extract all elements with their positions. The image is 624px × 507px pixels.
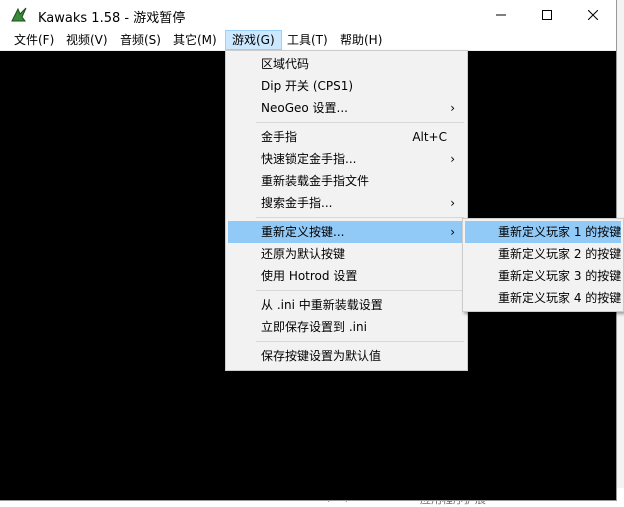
- kawaks-app-icon: [11, 7, 27, 22]
- menu-separator: [256, 122, 464, 123]
- menu-item-cheats[interactable]: 金手指 Alt+C: [228, 126, 465, 148]
- menu-item-region-code[interactable]: 区域代码: [228, 53, 465, 75]
- submenu-item-player-2[interactable]: 重新定义玩家 2 的按键: [465, 243, 621, 265]
- menu-item-label: 重新定义玩家 3 的按键: [498, 269, 622, 283]
- menu-video[interactable]: 视频(V): [60, 31, 114, 49]
- menu-separator: [256, 290, 464, 291]
- minimize-icon: [496, 14, 506, 16]
- submenu-item-player-1[interactable]: 重新定义玩家 1 的按键: [465, 221, 621, 243]
- submenu-arrow-icon: ›: [450, 152, 455, 166]
- menu-item-label: 立即保存设置到 .ini: [261, 320, 367, 334]
- menu-item-label: 重新定义按键...: [261, 225, 345, 239]
- menu-bar: 文件(F) 视频(V) 音频(S) 其它(M) 游戏(G) 工具(T) 帮助(H…: [0, 30, 616, 51]
- menu-item-reload-ini[interactable]: 从 .ini 中重新装载设置: [228, 294, 465, 316]
- menu-help[interactable]: 帮助(H): [334, 31, 388, 49]
- menu-item-reload-cheat-file[interactable]: 重新装载金手指文件: [228, 170, 465, 192]
- menu-item-label: 保存按键设置为默认值: [261, 349, 382, 363]
- menu-item-redefine-keys[interactable]: 重新定义按键... ›: [228, 221, 465, 243]
- menu-item-save-ini[interactable]: 立即保存设置到 .ini: [228, 316, 465, 338]
- menu-item-label: 从 .ini 中重新装载设置: [261, 298, 383, 312]
- menu-item-label: NeoGeo 设置...: [261, 101, 348, 115]
- menu-separator: [256, 341, 464, 342]
- menu-item-dip-switch[interactable]: Dip 开关 (CPS1): [228, 75, 465, 97]
- menu-audio[interactable]: 音频(S): [114, 31, 167, 49]
- menu-separator: [256, 217, 464, 218]
- window-title: Kawaks 1.58 - 游戏暂停: [38, 11, 186, 26]
- maximize-button[interactable]: [524, 0, 570, 30]
- menu-item-label: 快速锁定金手指...: [261, 152, 357, 166]
- submenu-item-player-4[interactable]: 重新定义玩家 4 的按键: [465, 287, 621, 309]
- menu-item-label: 搜索金手指...: [261, 196, 333, 210]
- menu-item-quick-lock-cheats[interactable]: 快速锁定金手指... ›: [228, 148, 465, 170]
- menu-item-label: 金手指: [261, 130, 298, 144]
- menu-item-label: 重新定义玩家 4 的按键: [498, 291, 622, 305]
- menu-tools[interactable]: 工具(T): [281, 31, 334, 49]
- menu-item-neogeo-settings[interactable]: NeoGeo 设置... ›: [228, 97, 465, 119]
- menu-item-restore-default-keys[interactable]: 还原为默认按键: [228, 243, 465, 265]
- close-button[interactable]: [570, 0, 616, 30]
- menu-item-label: 还原为默认按键: [261, 247, 346, 261]
- minimize-button[interactable]: [478, 0, 524, 30]
- submenu-arrow-icon: ›: [450, 101, 455, 115]
- menu-item-shortcut: Alt+C: [412, 130, 447, 144]
- menu-item-label: 区域代码: [261, 57, 310, 71]
- submenu-arrow-icon: ›: [450, 225, 455, 239]
- close-icon: [588, 10, 598, 20]
- menu-item-label: Dip 开关 (CPS1): [261, 79, 354, 93]
- menu-item-save-keys-default[interactable]: 保存按键设置为默认值: [228, 345, 465, 367]
- menu-item-label: 重新定义玩家 2 的按键: [498, 247, 622, 261]
- submenu-arrow-icon: ›: [450, 196, 455, 210]
- menu-item-label: 使用 Hotrod 设置: [261, 269, 358, 283]
- title-bar[interactable]: Kawaks 1.58 - 游戏暂停: [0, 0, 616, 30]
- redefine-keys-submenu: 重新定义玩家 1 的按键 重新定义玩家 2 的按键 重新定义玩家 3 的按键 重…: [462, 218, 624, 312]
- menu-item-label: 重新装载金手指文件: [261, 174, 370, 188]
- menu-misc[interactable]: 其它(M): [167, 31, 223, 49]
- menu-item-search-cheats[interactable]: 搜索金手指... ›: [228, 192, 465, 214]
- maximize-icon: [542, 10, 552, 20]
- menu-game[interactable]: 游戏(G): [225, 30, 282, 50]
- menu-item-use-hotrod[interactable]: 使用 Hotrod 设置: [228, 265, 465, 287]
- submenu-item-player-3[interactable]: 重新定义玩家 3 的按键: [465, 265, 621, 287]
- game-menu-dropdown: 区域代码 Dip 开关 (CPS1) NeoGeo 设置... › 金手指 Al…: [225, 50, 468, 371]
- menu-file[interactable]: 文件(F): [8, 31, 60, 49]
- menu-item-label: 重新定义玩家 1 的按键: [498, 225, 622, 239]
